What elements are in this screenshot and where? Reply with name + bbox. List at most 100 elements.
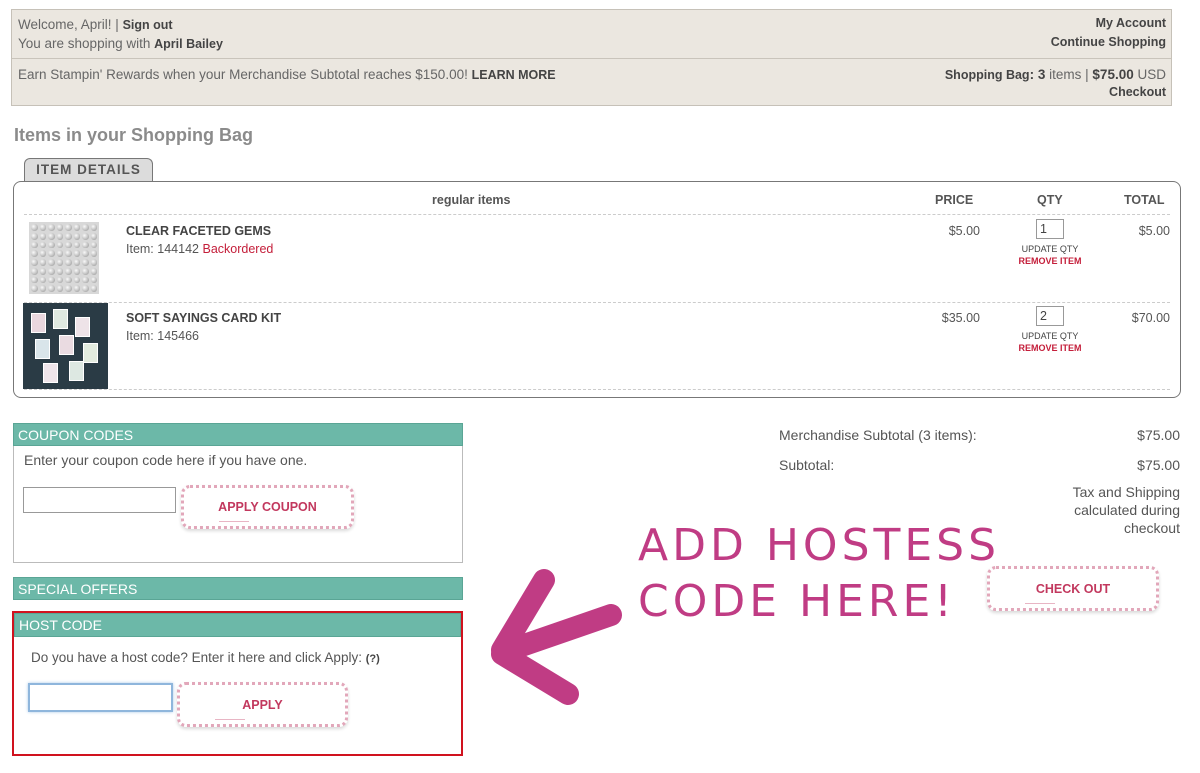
gem-dot [90, 259, 97, 266]
arrow-head-lower [491, 643, 579, 705]
welcome-text: Welcome, April! [18, 17, 112, 32]
shopping-with-text: You are shopping with [18, 36, 151, 51]
gem-dot [48, 267, 55, 275]
coupon-code-input[interactable] [23, 487, 176, 513]
gem-dot [90, 285, 97, 292]
kit-card [83, 343, 98, 363]
product-image-card-kit[interactable] [23, 303, 108, 389]
item-name[interactable]: SOFT SAYINGS CARD KIT [126, 311, 281, 325]
kit-card [43, 363, 58, 383]
gem-dot [65, 232, 72, 240]
gem-dot [82, 276, 89, 284]
host-code-heading: HOST CODE [14, 613, 461, 637]
kit-card [53, 309, 68, 329]
gem-dot [90, 267, 97, 275]
help-icon[interactable]: (?) [366, 653, 380, 665]
merchandise-subtotal-value: $75.00 [1137, 427, 1180, 443]
gem-dot [73, 250, 80, 257]
gem-dot [48, 224, 55, 231]
qty-input[interactable] [1036, 219, 1064, 239]
gem-dot [65, 241, 72, 249]
remove-item-link[interactable]: REMOVE ITEM [1005, 256, 1095, 266]
gem-dot [65, 250, 72, 257]
annotation-line: ADD HOSTESS [638, 520, 1001, 571]
gem-dot [82, 259, 89, 266]
checkout-link[interactable]: Checkout [1109, 85, 1166, 99]
annotation-line: CODE HERE! [638, 576, 956, 627]
item-number: 145466 [157, 329, 199, 343]
gem-dot [56, 224, 63, 231]
tax-shipping-note: Tax and Shipping calculated during check… [1073, 483, 1180, 537]
item-label: Item: [126, 242, 154, 256]
host-code-instructions: Do you have a host code? Enter it here a… [31, 650, 380, 665]
gem-dot [39, 241, 46, 249]
row-divider [24, 389, 1170, 390]
my-account-link[interactable]: My Account [1096, 16, 1166, 30]
gem-dot [31, 250, 38, 257]
gem-dot [31, 259, 38, 266]
gem-dot [39, 224, 46, 231]
apply-host-code-button[interactable]: APPLY [177, 682, 348, 727]
kit-card [69, 361, 84, 381]
item-number: 144142 [157, 242, 199, 256]
remove-item-link[interactable]: REMOVE ITEM [1005, 343, 1095, 353]
product-image-gems[interactable] [29, 222, 99, 294]
special-offers-heading[interactable]: SPECIAL OFFERS [13, 577, 463, 600]
bag-currency: USD [1137, 67, 1166, 82]
host-code-text: Do you have a host code? Enter it here a… [31, 650, 362, 665]
gem-dot [48, 259, 55, 266]
subtotal-label: Subtotal: [779, 457, 835, 473]
host-code-input[interactable] [28, 683, 173, 712]
apply-coupon-button[interactable]: APPLY COUPON [181, 485, 354, 529]
gem-dot [73, 224, 80, 231]
column-header-items: regular items [432, 193, 511, 207]
shopping-bag-summary[interactable]: Shopping Bag: 3 items | $75.00 USD [945, 67, 1166, 82]
gem-dot [48, 232, 55, 240]
gem-dot [39, 232, 46, 240]
learn-more-link[interactable]: LEARN MORE [472, 68, 556, 82]
gem-dot [90, 224, 97, 231]
sign-out-link[interactable]: Sign out [123, 18, 173, 32]
gem-dot [56, 285, 63, 292]
merchandise-subtotal-label: Merchandise Subtotal (3 items): [779, 427, 977, 443]
bag-separator: | [1085, 67, 1089, 82]
kit-card [35, 339, 50, 359]
subtotal-value: $75.00 [1137, 457, 1180, 473]
check-out-label: CHECK OUT [1035, 582, 1111, 596]
tax-note-line: calculated during [1074, 502, 1180, 518]
gem-dot [82, 250, 89, 257]
row-divider [24, 302, 1170, 303]
gem-dot [48, 276, 55, 284]
update-qty-link[interactable]: UPDATE QTY [1005, 331, 1095, 341]
gem-dot [65, 285, 72, 292]
continue-shopping-link[interactable]: Continue Shopping [1051, 35, 1166, 49]
apply-coupon-label: APPLY COUPON [218, 500, 317, 514]
gem-dot [31, 267, 38, 275]
shopping-with-line: You are shopping with April Bailey [18, 36, 223, 51]
column-header-total: TOTAL [1124, 193, 1165, 207]
gem-dot [56, 250, 63, 257]
coupon-codes-heading: COUPON CODES [13, 423, 463, 446]
gem-dot [48, 285, 55, 292]
check-out-button[interactable]: CHECK OUT [987, 566, 1159, 611]
gem-dot [90, 276, 97, 284]
update-qty-link[interactable]: UPDATE QTY [1005, 244, 1095, 254]
item-total: $5.00 [1138, 224, 1170, 238]
coupon-instructions: Enter your coupon code here if you have … [24, 452, 308, 468]
welcome-line: Welcome, April! | Sign out [18, 17, 173, 32]
shopping-bag-label: Shopping Bag [944, 68, 1030, 82]
item-details-tab[interactable]: ITEM DETAILS [24, 158, 153, 182]
item-price: $5.00 [948, 224, 980, 238]
gem-dot [31, 232, 38, 240]
gem-dot [73, 259, 80, 266]
rewards-text: Earn Stampin' Rewards when your Merchand… [18, 67, 468, 82]
gem-dot [48, 250, 55, 257]
item-total: $70.00 [1131, 311, 1170, 325]
bag-colon: : [1029, 67, 1035, 82]
item-name[interactable]: CLEAR FACETED GEMS [126, 224, 271, 238]
tax-note-line: Tax and Shipping [1072, 484, 1180, 500]
kit-card [31, 313, 46, 333]
gem-dot [56, 276, 63, 284]
gem-dot [65, 267, 72, 275]
qty-input[interactable] [1036, 306, 1064, 326]
